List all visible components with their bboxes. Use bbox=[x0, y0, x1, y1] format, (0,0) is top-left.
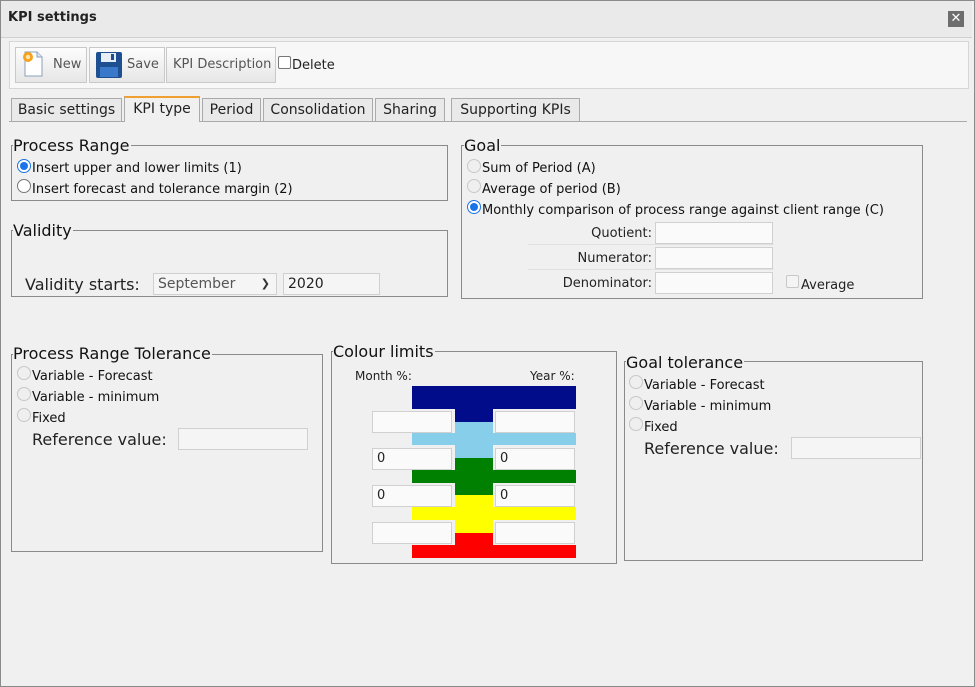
tab-period[interactable]: Period bbox=[202, 98, 261, 121]
tab-supporting-kpis[interactable]: Supporting KPIs bbox=[451, 98, 580, 121]
average-label: Average bbox=[801, 278, 855, 293]
colour-stem-green bbox=[455, 458, 493, 495]
year-limit-input-2[interactable]: 0 bbox=[495, 448, 575, 470]
new-document-icon bbox=[23, 51, 43, 77]
goal-radio-sum[interactable] bbox=[467, 159, 481, 173]
year-limit-input-1[interactable] bbox=[495, 411, 575, 433]
denominator-input[interactable] bbox=[655, 272, 773, 294]
prt-radio-minimum[interactable] bbox=[17, 387, 31, 401]
month-percent-label: Month %: bbox=[355, 369, 412, 383]
colour-band-red bbox=[412, 545, 576, 558]
year-percent-label: Year %: bbox=[530, 369, 575, 383]
validity-month-select[interactable]: September ❯ bbox=[153, 273, 277, 295]
new-button-label: New bbox=[53, 57, 82, 72]
colour-stem-lightblue bbox=[455, 422, 493, 458]
gt-radio-fixed[interactable] bbox=[629, 417, 643, 431]
goal-tolerance-title: Goal tolerance bbox=[626, 353, 745, 372]
prt-option-fixed: Fixed bbox=[32, 411, 66, 426]
colour-band-yellow bbox=[412, 507, 576, 520]
save-button[interactable]: Save bbox=[89, 47, 165, 83]
quotient-label: Quotient: bbox=[591, 226, 652, 241]
process-range-option-limits: Insert upper and lower limits (1) bbox=[32, 161, 242, 176]
denominator-label: Denominator: bbox=[562, 276, 652, 291]
kpi-description-button[interactable]: KPI Description bbox=[166, 47, 276, 83]
prt-option-minimum: Variable - minimum bbox=[32, 390, 160, 405]
colour-stem-red bbox=[455, 533, 493, 558]
month-limit-input-3[interactable]: 0 bbox=[372, 485, 452, 507]
goal-radio-monthly[interactable] bbox=[467, 200, 481, 214]
new-button[interactable]: New bbox=[15, 47, 87, 83]
goal-option-sum: Sum of Period (A) bbox=[482, 161, 596, 176]
process-range-title: Process Range bbox=[13, 136, 131, 155]
prt-radio-fixed[interactable] bbox=[17, 408, 31, 422]
goal-separator bbox=[528, 244, 774, 245]
goal-title: Goal bbox=[464, 136, 502, 155]
gt-radio-minimum[interactable] bbox=[629, 396, 643, 410]
numerator-input[interactable] bbox=[655, 247, 773, 269]
window-title: KPI settings bbox=[8, 10, 97, 25]
colour-band-blue bbox=[412, 386, 576, 409]
kpi-description-label: KPI Description bbox=[173, 57, 272, 72]
process-range-option-forecast: Insert forecast and tolerance margin (2) bbox=[32, 182, 293, 197]
process-range-radio-forecast[interactable] bbox=[17, 179, 31, 193]
gt-option-minimum: Variable - minimum bbox=[644, 399, 772, 414]
validity-month-value: September bbox=[158, 276, 236, 292]
colour-limits-title: Colour limits bbox=[333, 342, 435, 361]
colour-band-green bbox=[412, 470, 576, 483]
validity-starts-label: Validity starts: bbox=[25, 275, 140, 294]
gt-option-fixed: Fixed bbox=[644, 420, 678, 435]
goal-separator bbox=[528, 269, 774, 270]
gt-reference-label: Reference value: bbox=[644, 439, 779, 458]
delete-label: Delete bbox=[292, 58, 335, 73]
quotient-input[interactable] bbox=[655, 222, 773, 244]
colour-stem-yellow bbox=[455, 495, 493, 533]
prt-option-forecast: Variable - Forecast bbox=[32, 369, 153, 384]
prt-reference-label: Reference value: bbox=[32, 430, 167, 449]
delete-checkbox[interactable] bbox=[278, 56, 291, 69]
save-disk-icon bbox=[96, 52, 122, 78]
goal-option-average: Average of period (B) bbox=[482, 182, 621, 197]
validity-year-input[interactable]: 2020 bbox=[283, 273, 380, 295]
gt-radio-forecast[interactable] bbox=[629, 375, 643, 389]
year-limit-input-3[interactable]: 0 bbox=[495, 485, 575, 507]
gt-reference-input[interactable] bbox=[791, 437, 921, 459]
gt-option-forecast: Variable - Forecast bbox=[644, 378, 765, 393]
close-button[interactable]: ✕ bbox=[948, 11, 964, 27]
prt-reference-input[interactable] bbox=[178, 428, 308, 450]
save-button-label: Save bbox=[127, 57, 159, 72]
process-range-tolerance-title: Process Range Tolerance bbox=[13, 344, 212, 363]
close-icon: ✕ bbox=[950, 11, 962, 26]
average-checkbox[interactable] bbox=[786, 275, 799, 288]
numerator-label: Numerator: bbox=[577, 251, 652, 266]
tab-basic-settings[interactable]: Basic settings bbox=[11, 98, 122, 121]
chevron-down-icon: ❯ bbox=[260, 277, 270, 290]
validity-title: Validity bbox=[13, 221, 73, 240]
process-range-radio-limits[interactable] bbox=[17, 159, 31, 173]
title-bar bbox=[1, 1, 972, 38]
goal-option-monthly: Monthly comparison of process range agai… bbox=[482, 203, 884, 218]
month-limit-input-2[interactable]: 0 bbox=[372, 448, 452, 470]
goal-radio-average[interactable] bbox=[467, 179, 481, 193]
month-limit-input-1[interactable] bbox=[372, 411, 452, 433]
tab-sharing[interactable]: Sharing bbox=[375, 98, 445, 121]
tab-kpi-type[interactable]: KPI type bbox=[124, 96, 200, 122]
tab-consolidation[interactable]: Consolidation bbox=[263, 98, 373, 121]
colour-band-lightblue bbox=[412, 433, 576, 445]
prt-radio-forecast[interactable] bbox=[17, 366, 31, 380]
year-limit-input-4[interactable] bbox=[495, 522, 575, 544]
month-limit-input-4[interactable] bbox=[372, 522, 452, 544]
